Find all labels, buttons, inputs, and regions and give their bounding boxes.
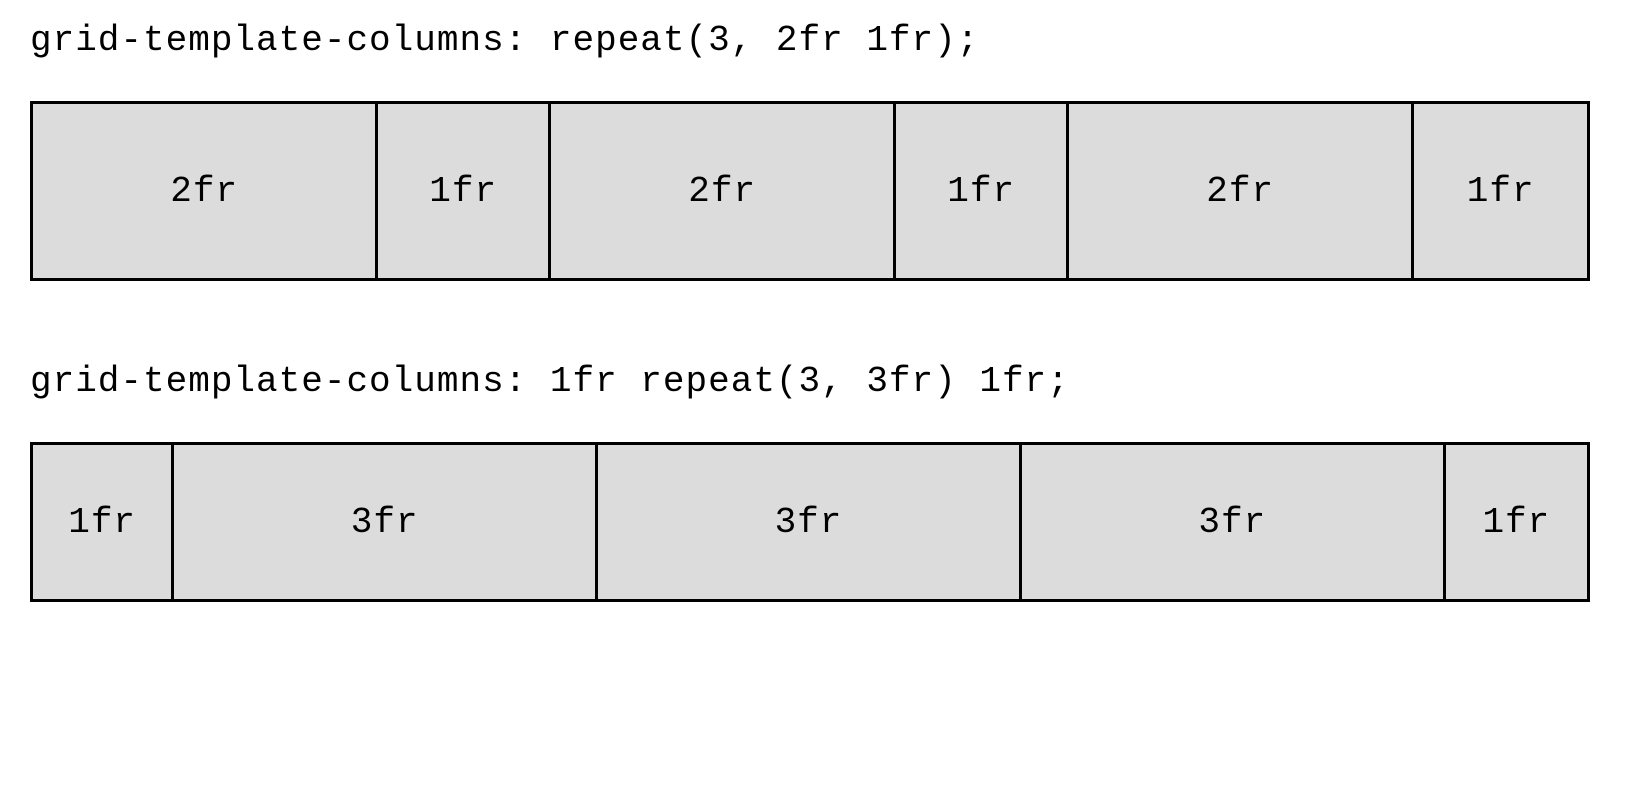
grid-diagram: 1fr 3fr 3fr 3fr 1fr (30, 442, 1590, 602)
grid-cell: 2fr (551, 104, 896, 278)
code-snippet: grid-template-columns: repeat(3, 2fr 1fr… (30, 20, 1597, 61)
grid-cell: 1fr (1414, 104, 1587, 278)
grid-example-2: grid-template-columns: 1fr repeat(3, 3fr… (30, 361, 1597, 602)
grid-cell: 3fr (598, 445, 1022, 599)
grid-cell: 2fr (1069, 104, 1414, 278)
grid-cell: 3fr (174, 445, 598, 599)
grid-cell: 1fr (1446, 445, 1587, 599)
grid-cell: 3fr (1022, 445, 1446, 599)
grid-cell: 1fr (33, 445, 174, 599)
grid-cell: 1fr (378, 104, 551, 278)
code-snippet: grid-template-columns: 1fr repeat(3, 3fr… (30, 361, 1597, 402)
grid-example-1: grid-template-columns: repeat(3, 2fr 1fr… (30, 20, 1597, 281)
grid-cell: 1fr (896, 104, 1069, 278)
grid-cell: 2fr (33, 104, 378, 278)
grid-diagram: 2fr 1fr 2fr 1fr 2fr 1fr (30, 101, 1590, 281)
